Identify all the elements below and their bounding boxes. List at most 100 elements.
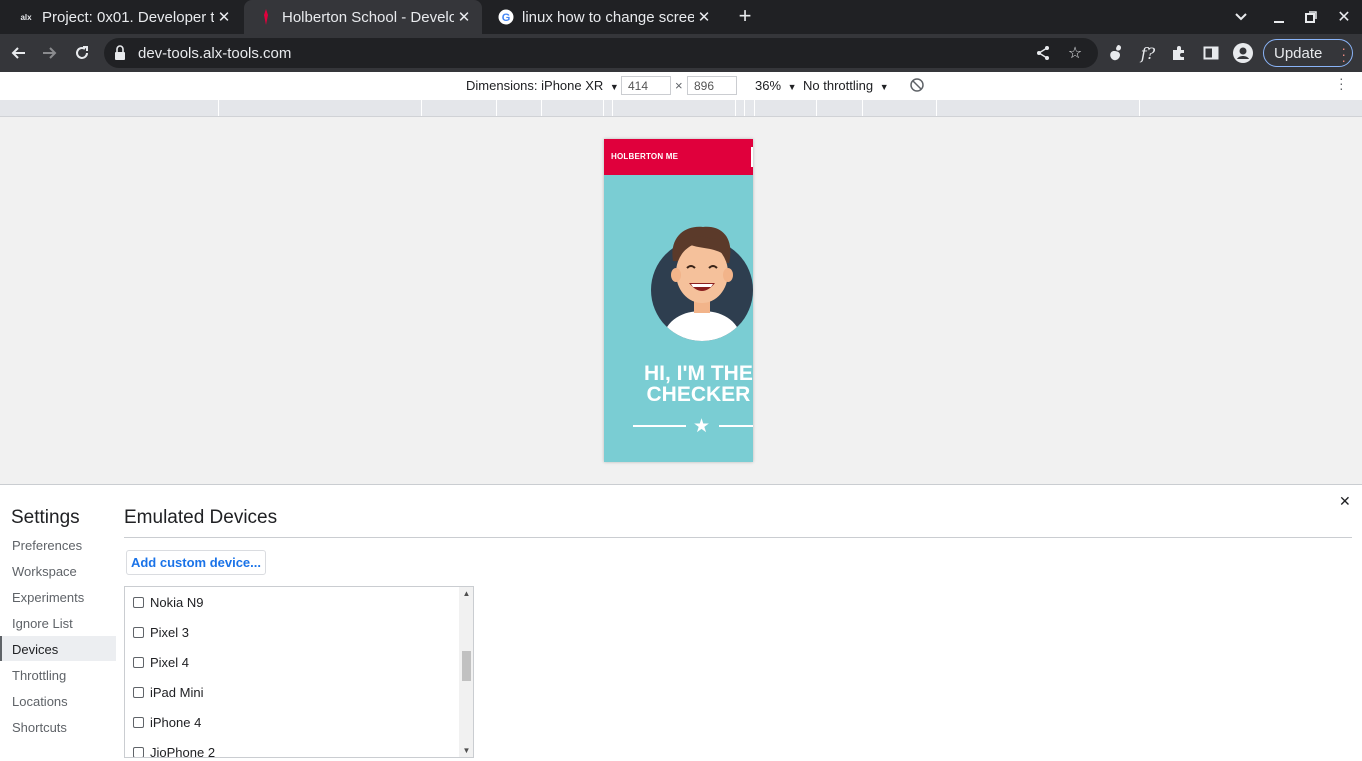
profile-avatar-icon[interactable] bbox=[1231, 41, 1255, 65]
formula-extension-icon[interactable]: f? bbox=[1136, 41, 1160, 65]
nav-preferences[interactable]: Preferences bbox=[0, 532, 116, 557]
hero-heading: HI, I'M THE CHECKER bbox=[644, 363, 753, 405]
device-checkbox[interactable] bbox=[133, 596, 144, 608]
throttling-label: No throttling bbox=[803, 78, 874, 93]
section-title: Emulated Devices bbox=[124, 507, 278, 528]
device-checkbox[interactable] bbox=[133, 746, 144, 757]
site-brand: HOLBERTON ME bbox=[611, 152, 679, 161]
device-item[interactable]: Nokia N9 bbox=[133, 592, 203, 612]
lock-icon[interactable] bbox=[114, 45, 130, 61]
settings-title: Settings bbox=[11, 507, 80, 528]
device-height-input[interactable] bbox=[687, 76, 737, 95]
nav-devices[interactable]: Devices bbox=[0, 636, 116, 661]
tab-search-chevron-icon[interactable] bbox=[1226, 0, 1256, 34]
tab-project[interactable]: alx Project: 0x01. Developer t ✕ bbox=[4, 0, 242, 34]
tab-strip: alx Project: 0x01. Developer t ✕ Holbert… bbox=[0, 0, 1362, 34]
close-window-icon[interactable]: ✕ bbox=[1329, 0, 1359, 34]
url-text: dev-tools.alx-tools.com bbox=[138, 45, 292, 62]
more-options-icon[interactable]: · · · bbox=[1339, 71, 1344, 95]
divider-line bbox=[719, 425, 753, 427]
device-dimensions-select[interactable]: Dimensions: iPhone XR ▼ bbox=[466, 78, 619, 93]
gnome-extension-icon[interactable] bbox=[1104, 41, 1128, 65]
nav-locations[interactable]: Locations bbox=[0, 688, 116, 713]
tab-holberton[interactable]: Holberton School - Develo ✕ bbox=[244, 0, 482, 34]
restore-icon[interactable] bbox=[1296, 0, 1326, 34]
device-checkbox[interactable] bbox=[133, 626, 144, 638]
device-checkbox[interactable] bbox=[133, 656, 144, 668]
device-name: iPhone 4 bbox=[150, 714, 202, 730]
ruler-tick bbox=[936, 100, 937, 116]
device-item[interactable]: Pixel 4 bbox=[133, 652, 189, 672]
ruler-tick bbox=[421, 100, 422, 116]
dropdown-arrow-icon: ▼ bbox=[879, 82, 889, 92]
site-header: HOLBERTON ME bbox=[604, 139, 753, 175]
rotate-icon[interactable] bbox=[909, 77, 925, 96]
address-bar[interactable]: dev-tools.alx-tools.com ☆ bbox=[104, 38, 1098, 68]
update-button[interactable]: Update · · · bbox=[1263, 39, 1353, 67]
device-list[interactable]: Nokia N9 Pixel 3 Pixel 4 iPad Mini iPhon… bbox=[124, 586, 474, 758]
new-tab-icon[interactable]: + bbox=[733, 5, 757, 29]
nav-experiments[interactable]: Experiments bbox=[0, 584, 116, 609]
ruler-tick bbox=[744, 100, 745, 116]
scrollbar-thumb[interactable] bbox=[462, 651, 471, 681]
add-custom-device-button[interactable]: Add custom device... bbox=[126, 550, 266, 575]
bookmark-star-icon[interactable]: ☆ bbox=[1063, 41, 1087, 65]
section-divider bbox=[124, 537, 1352, 538]
zoom-select[interactable]: 36% ▼ bbox=[755, 78, 797, 93]
device-toolbar: Dimensions: iPhone XR ▼ × 36% ▼ No throt… bbox=[0, 71, 1362, 100]
divider-line bbox=[633, 425, 686, 427]
svg-text:G: G bbox=[502, 12, 511, 24]
forward-arrow-icon[interactable] bbox=[38, 41, 62, 65]
device-item[interactable]: JioPhone 2 bbox=[133, 742, 216, 758]
close-tab-icon[interactable]: ✕ bbox=[214, 8, 234, 26]
device-name: Nokia N9 bbox=[150, 594, 204, 610]
side-panel-icon[interactable] bbox=[1199, 41, 1223, 65]
close-tab-icon[interactable]: ✕ bbox=[454, 8, 474, 26]
tab-google-search[interactable]: G linux how to change scree ✕ bbox=[484, 0, 722, 34]
dropdown-arrow-icon: ▼ bbox=[787, 82, 797, 92]
emulated-viewport: HOLBERTON ME HI, I'M THE CHECKER ★ bbox=[0, 117, 1362, 484]
checker-avatar-image bbox=[651, 223, 753, 348]
tab-title: Project: 0x01. Developer t bbox=[42, 8, 214, 26]
device-item[interactable]: iPad Mini bbox=[133, 682, 203, 702]
device-checkbox[interactable] bbox=[133, 716, 144, 728]
back-arrow-icon[interactable] bbox=[6, 41, 30, 65]
device-screen[interactable]: HOLBERTON ME HI, I'M THE CHECKER ★ bbox=[604, 139, 753, 462]
close-settings-icon[interactable]: ✕ bbox=[1339, 493, 1351, 510]
tab-title: Holberton School - Develo bbox=[282, 8, 454, 26]
device-name: JioPhone 2 bbox=[150, 744, 216, 758]
nav-workspace[interactable]: Workspace bbox=[0, 558, 116, 583]
alx-favicon-icon: alx bbox=[20, 12, 32, 22]
share-icon[interactable] bbox=[1031, 41, 1055, 65]
google-favicon-icon: G bbox=[498, 9, 514, 25]
close-tab-icon[interactable]: ✕ bbox=[694, 8, 714, 26]
minimize-icon[interactable] bbox=[1264, 0, 1294, 34]
device-item[interactable]: Pixel 3 bbox=[133, 622, 189, 642]
update-label: Update bbox=[1274, 44, 1323, 62]
device-width-input[interactable] bbox=[621, 76, 671, 95]
device-name: Pixel 3 bbox=[150, 624, 190, 640]
ruler-tick bbox=[218, 100, 219, 116]
reload-icon[interactable] bbox=[70, 41, 94, 65]
ruler-tick bbox=[541, 100, 542, 116]
nav-ignore-list[interactable]: Ignore List bbox=[0, 610, 116, 635]
device-name: Pixel 4 bbox=[150, 654, 190, 670]
device-checkbox[interactable] bbox=[133, 686, 144, 698]
scroll-down-arrow-icon[interactable]: ▼ bbox=[462, 746, 471, 755]
header-button-edge[interactable] bbox=[751, 147, 753, 167]
device-item[interactable]: iPhone 4 bbox=[133, 712, 201, 732]
nav-throttling[interactable]: Throttling bbox=[0, 662, 116, 687]
ruler-tick bbox=[603, 100, 604, 116]
throttling-select[interactable]: No throttling ▼ bbox=[803, 78, 889, 93]
device-list-scrollbar[interactable]: ▲ ▼ bbox=[459, 587, 473, 757]
browser-toolbar: dev-tools.alx-tools.com ☆ f? Update · · · bbox=[0, 34, 1362, 72]
dimension-separator: × bbox=[675, 78, 683, 93]
nav-shortcuts[interactable]: Shortcuts bbox=[0, 714, 116, 739]
chrome-menu-icon[interactable]: · · · bbox=[1341, 41, 1346, 67]
extensions-puzzle-icon[interactable] bbox=[1167, 41, 1191, 65]
ruler-tick bbox=[1139, 100, 1140, 116]
media-query-ruler[interactable] bbox=[0, 100, 1362, 117]
ruler-tick bbox=[496, 100, 497, 116]
device-name: iPad Mini bbox=[150, 684, 204, 700]
scroll-up-arrow-icon[interactable]: ▲ bbox=[462, 589, 471, 598]
